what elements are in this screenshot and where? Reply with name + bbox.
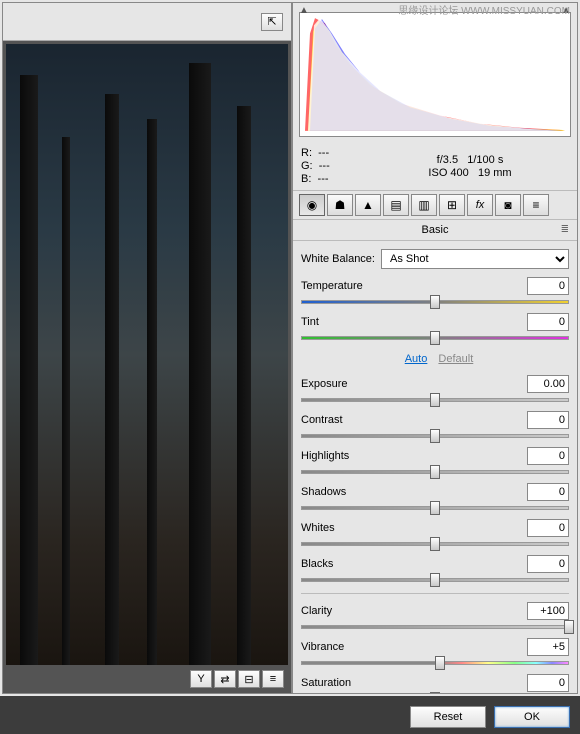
compare-icon[interactable]: ⇄ [214,670,236,688]
basic-tab-icon[interactable]: ◉ [299,194,325,216]
watermark-text: 思缘设计论坛 WWW.MISSYUAN.COM [398,2,570,17]
auto-default-row: Auto Default [301,353,569,365]
divider [301,593,569,594]
blacks-value[interactable] [527,555,569,573]
lens-tab-icon[interactable]: ⊞ [439,194,465,216]
curve-tab-icon[interactable]: ☗ [327,194,353,216]
histogram[interactable] [299,12,571,137]
left-panel: ⇱ Y ⇄ ⊟ ≡ [2,2,292,694]
left-header: ⇱ [3,3,291,41]
clarity-thumb[interactable] [564,620,574,634]
panel-header: Basic ≣ [293,220,577,241]
vibrance-value[interactable] [527,638,569,656]
contrast-slider: Contrast [301,411,569,441]
settings-icon[interactable]: ≡ [262,670,284,688]
presets-tab-icon[interactable]: ≡ [523,194,549,216]
blacks-slider: Blacks [301,555,569,585]
exposure-thumb[interactable] [430,393,440,407]
white-balance-row: White Balance: As Shot [301,249,569,269]
main-wrap: ⇱ Y ⇄ ⊟ ≡ ▲ ▲ [0,0,580,696]
rgb-readout: R: --- G: --- B: --- [301,147,371,186]
tint-thumb[interactable] [430,331,440,345]
histogram-area: ▲ ▲ [293,3,577,143]
shadows-value[interactable] [527,483,569,501]
vibrance-thumb[interactable] [435,656,445,670]
wb-label: White Balance: [301,253,375,265]
highlights-slider: Highlights [301,447,569,477]
highlights-value[interactable] [527,447,569,465]
saturation-slider: Saturation [301,674,569,693]
tint-slider: Tint [301,313,569,343]
blacks-thumb[interactable] [430,573,440,587]
camera-tab-icon[interactable]: ◙ [495,194,521,216]
whites-slider: Whites [301,519,569,549]
temperature-value[interactable] [527,277,569,295]
panel-menu-icon[interactable]: ≣ [561,224,569,235]
hsl-tab-icon[interactable]: ▤ [383,194,409,216]
shadow-clip-icon[interactable]: ▲ [299,5,309,16]
exposure-value[interactable] [527,375,569,393]
controls-area: White Balance: As Shot Temperature Tint … [293,241,577,693]
whites-thumb[interactable] [430,537,440,551]
whites-value[interactable] [527,519,569,537]
temperature-slider: Temperature [301,277,569,307]
saturation-value[interactable] [527,674,569,692]
saturation-thumb[interactable] [430,692,440,693]
dialog-buttons: Reset OK [410,706,570,728]
temperature-thumb[interactable] [430,295,440,309]
clarity-slider: Clarity [301,602,569,632]
highlights-thumb[interactable] [430,465,440,479]
tool-row: ◉ ☗ ▲ ▤ ▥ ⊞ fx ◙ ≡ [293,191,577,220]
detail-tab-icon[interactable]: ▲ [355,194,381,216]
vibrance-slider: Vibrance [301,638,569,668]
exposure-slider: Exposure [301,375,569,405]
default-link[interactable]: Default [438,353,473,365]
image-preview[interactable] [6,44,288,665]
camera-readout: f/3.5 1/100 s ISO 400 19 mm [371,154,569,180]
contrast-value[interactable] [527,411,569,429]
reset-button[interactable]: Reset [410,706,486,728]
right-panel: ▲ ▲ R: --- G: --- B: --- f/3.5 1/100 s I… [292,2,578,694]
filter-icon[interactable]: Y [190,670,212,688]
shadows-thumb[interactable] [430,501,440,515]
exif-info: R: --- G: --- B: --- f/3.5 1/100 s ISO 4… [293,143,577,191]
contrast-thumb[interactable] [430,429,440,443]
split-tab-icon[interactable]: ▥ [411,194,437,216]
clarity-value[interactable] [527,602,569,620]
shadows-slider: Shadows [301,483,569,513]
fx-tab-icon[interactable]: fx [467,194,493,216]
image-toolbar: Y ⇄ ⊟ ≡ [6,668,288,690]
tint-value[interactable] [527,313,569,331]
image-area: Y ⇄ ⊟ ≡ [3,41,291,693]
auto-link[interactable]: Auto [405,353,428,365]
panel-title: Basic [422,224,449,236]
expand-icon[interactable]: ⇱ [261,13,283,31]
ok-button[interactable]: OK [494,706,570,728]
split-icon[interactable]: ⊟ [238,670,260,688]
wb-select[interactable]: As Shot [381,249,569,269]
